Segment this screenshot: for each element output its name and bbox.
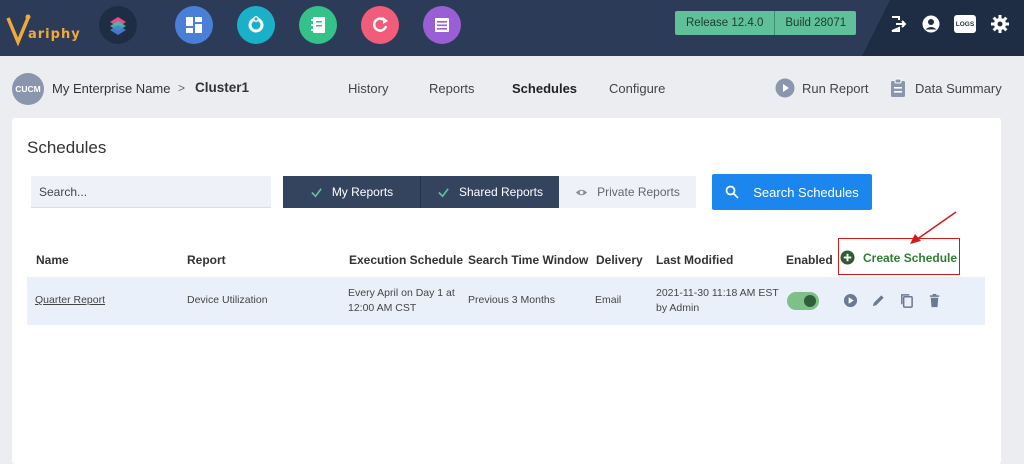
plus-circle-icon — [840, 250, 855, 265]
column-header-name[interactable]: Name — [36, 253, 69, 267]
delivery-cell: Email — [595, 294, 622, 306]
enabled-toggle[interactable] — [787, 292, 819, 310]
eye-icon — [576, 189, 588, 195]
toggle-knob — [804, 295, 816, 307]
create-schedule-button[interactable]: Create Schedule — [840, 250, 957, 265]
play-circle-icon — [775, 78, 795, 98]
tab-schedules[interactable]: Schedules — [512, 81, 577, 96]
breadcrumb-enterprise[interactable]: My Enterprise Name — [52, 81, 170, 96]
execution-line-1: Every April on Day 1 at — [348, 287, 455, 299]
directory-app-icon[interactable] — [299, 6, 337, 44]
clipboard-icon — [891, 78, 905, 97]
logout-icon[interactable] — [888, 14, 908, 34]
window-cell: Previous 3 Months — [468, 294, 555, 306]
search-schedules-label: Search Schedules — [753, 184, 859, 200]
cucm-avatar: CUCM — [12, 73, 44, 105]
schedules-panel: Schedules My Reports Shared Reports Priv… — [12, 118, 1001, 464]
search-input[interactable] — [31, 176, 271, 208]
filter-private-reports[interactable]: Private Reports — [559, 176, 696, 208]
filter-shared-reports[interactable]: Shared Reports — [420, 176, 559, 208]
tab-configure[interactable]: Configure — [609, 81, 665, 96]
filter-private-reports-label: Private Reports — [597, 185, 680, 199]
filter-my-reports-label: My Reports — [331, 185, 394, 199]
tab-history[interactable]: History — [348, 81, 388, 96]
page-title: Schedules — [27, 138, 107, 157]
breadcrumb-separator: > — [178, 81, 186, 95]
column-header-window[interactable]: Search Time Window — [468, 253, 588, 267]
execution-cell: Every April on Day 1 at 12:00 AM CST — [348, 286, 455, 316]
logo-text: ariphy — [28, 27, 81, 42]
report-cell: Device Utilization — [187, 294, 268, 306]
top-bar: ariphy Release 12.4.0 Build 28071 LOGS — [0, 0, 1024, 56]
build-badge: Build 28071 — [774, 11, 857, 35]
column-header-enabled[interactable]: Enabled — [786, 253, 833, 267]
check-icon — [438, 187, 449, 197]
settings-gear-icon[interactable] — [990, 14, 1010, 34]
release-badge: Release 12.4.0 — [675, 11, 775, 35]
logs-icon[interactable]: LOGS — [954, 15, 976, 33]
column-header-modified[interactable]: Last Modified — [656, 253, 733, 267]
table-row: Quarter Report Device Utilization Every … — [27, 277, 985, 325]
copy-icon[interactable] — [899, 293, 914, 308]
layers-app-icon[interactable] — [99, 6, 137, 44]
execution-line-2: 12:00 AM CST — [348, 302, 417, 314]
delete-trash-icon[interactable] — [927, 293, 942, 308]
tab-reports[interactable]: Reports — [429, 81, 475, 96]
logs-label: LOGS — [955, 20, 975, 28]
schedule-name-link[interactable]: Quarter Report — [35, 293, 105, 308]
sub-header: CUCM My Enterprise Name > Cluster1 Histo… — [0, 56, 1024, 118]
run-report-label: Run Report — [802, 80, 869, 96]
breadcrumb-cluster[interactable]: Cluster1 — [195, 80, 249, 95]
data-summary-button[interactable]: Data Summary — [888, 78, 1002, 98]
search-icon — [725, 185, 739, 199]
modified-line-2: by Admin — [656, 302, 700, 314]
column-header-report[interactable]: Report — [187, 253, 226, 267]
run-report-button[interactable]: Run Report — [775, 78, 868, 98]
table-app-icon[interactable] — [423, 6, 461, 44]
user-account-icon[interactable] — [921, 14, 941, 34]
check-icon — [311, 187, 322, 197]
data-summary-label: Data Summary — [915, 80, 1002, 96]
refresh-app-icon[interactable] — [361, 6, 399, 44]
sync-app-icon[interactable] — [237, 6, 275, 44]
version-badge: Release 12.4.0 Build 28071 — [675, 11, 857, 35]
column-header-delivery[interactable]: Delivery — [596, 253, 643, 267]
run-icon[interactable] — [843, 293, 858, 308]
variphy-logo[interactable]: ariphy — [6, 8, 80, 48]
edit-pencil-icon[interactable] — [871, 293, 886, 308]
dashboard-app-icon[interactable] — [175, 6, 213, 44]
filter-my-reports[interactable]: My Reports — [283, 176, 420, 208]
modified-line-1: 2021-11-30 11:18 AM EST — [656, 287, 779, 299]
modified-cell: 2021-11-30 11:18 AM EST by Admin — [656, 286, 779, 316]
filter-shared-reports-label: Shared Reports — [458, 185, 544, 199]
search-schedules-button[interactable]: Search Schedules — [712, 174, 872, 210]
column-header-execution[interactable]: Execution Schedule — [349, 253, 463, 267]
create-schedule-label: Create Schedule — [863, 250, 958, 265]
